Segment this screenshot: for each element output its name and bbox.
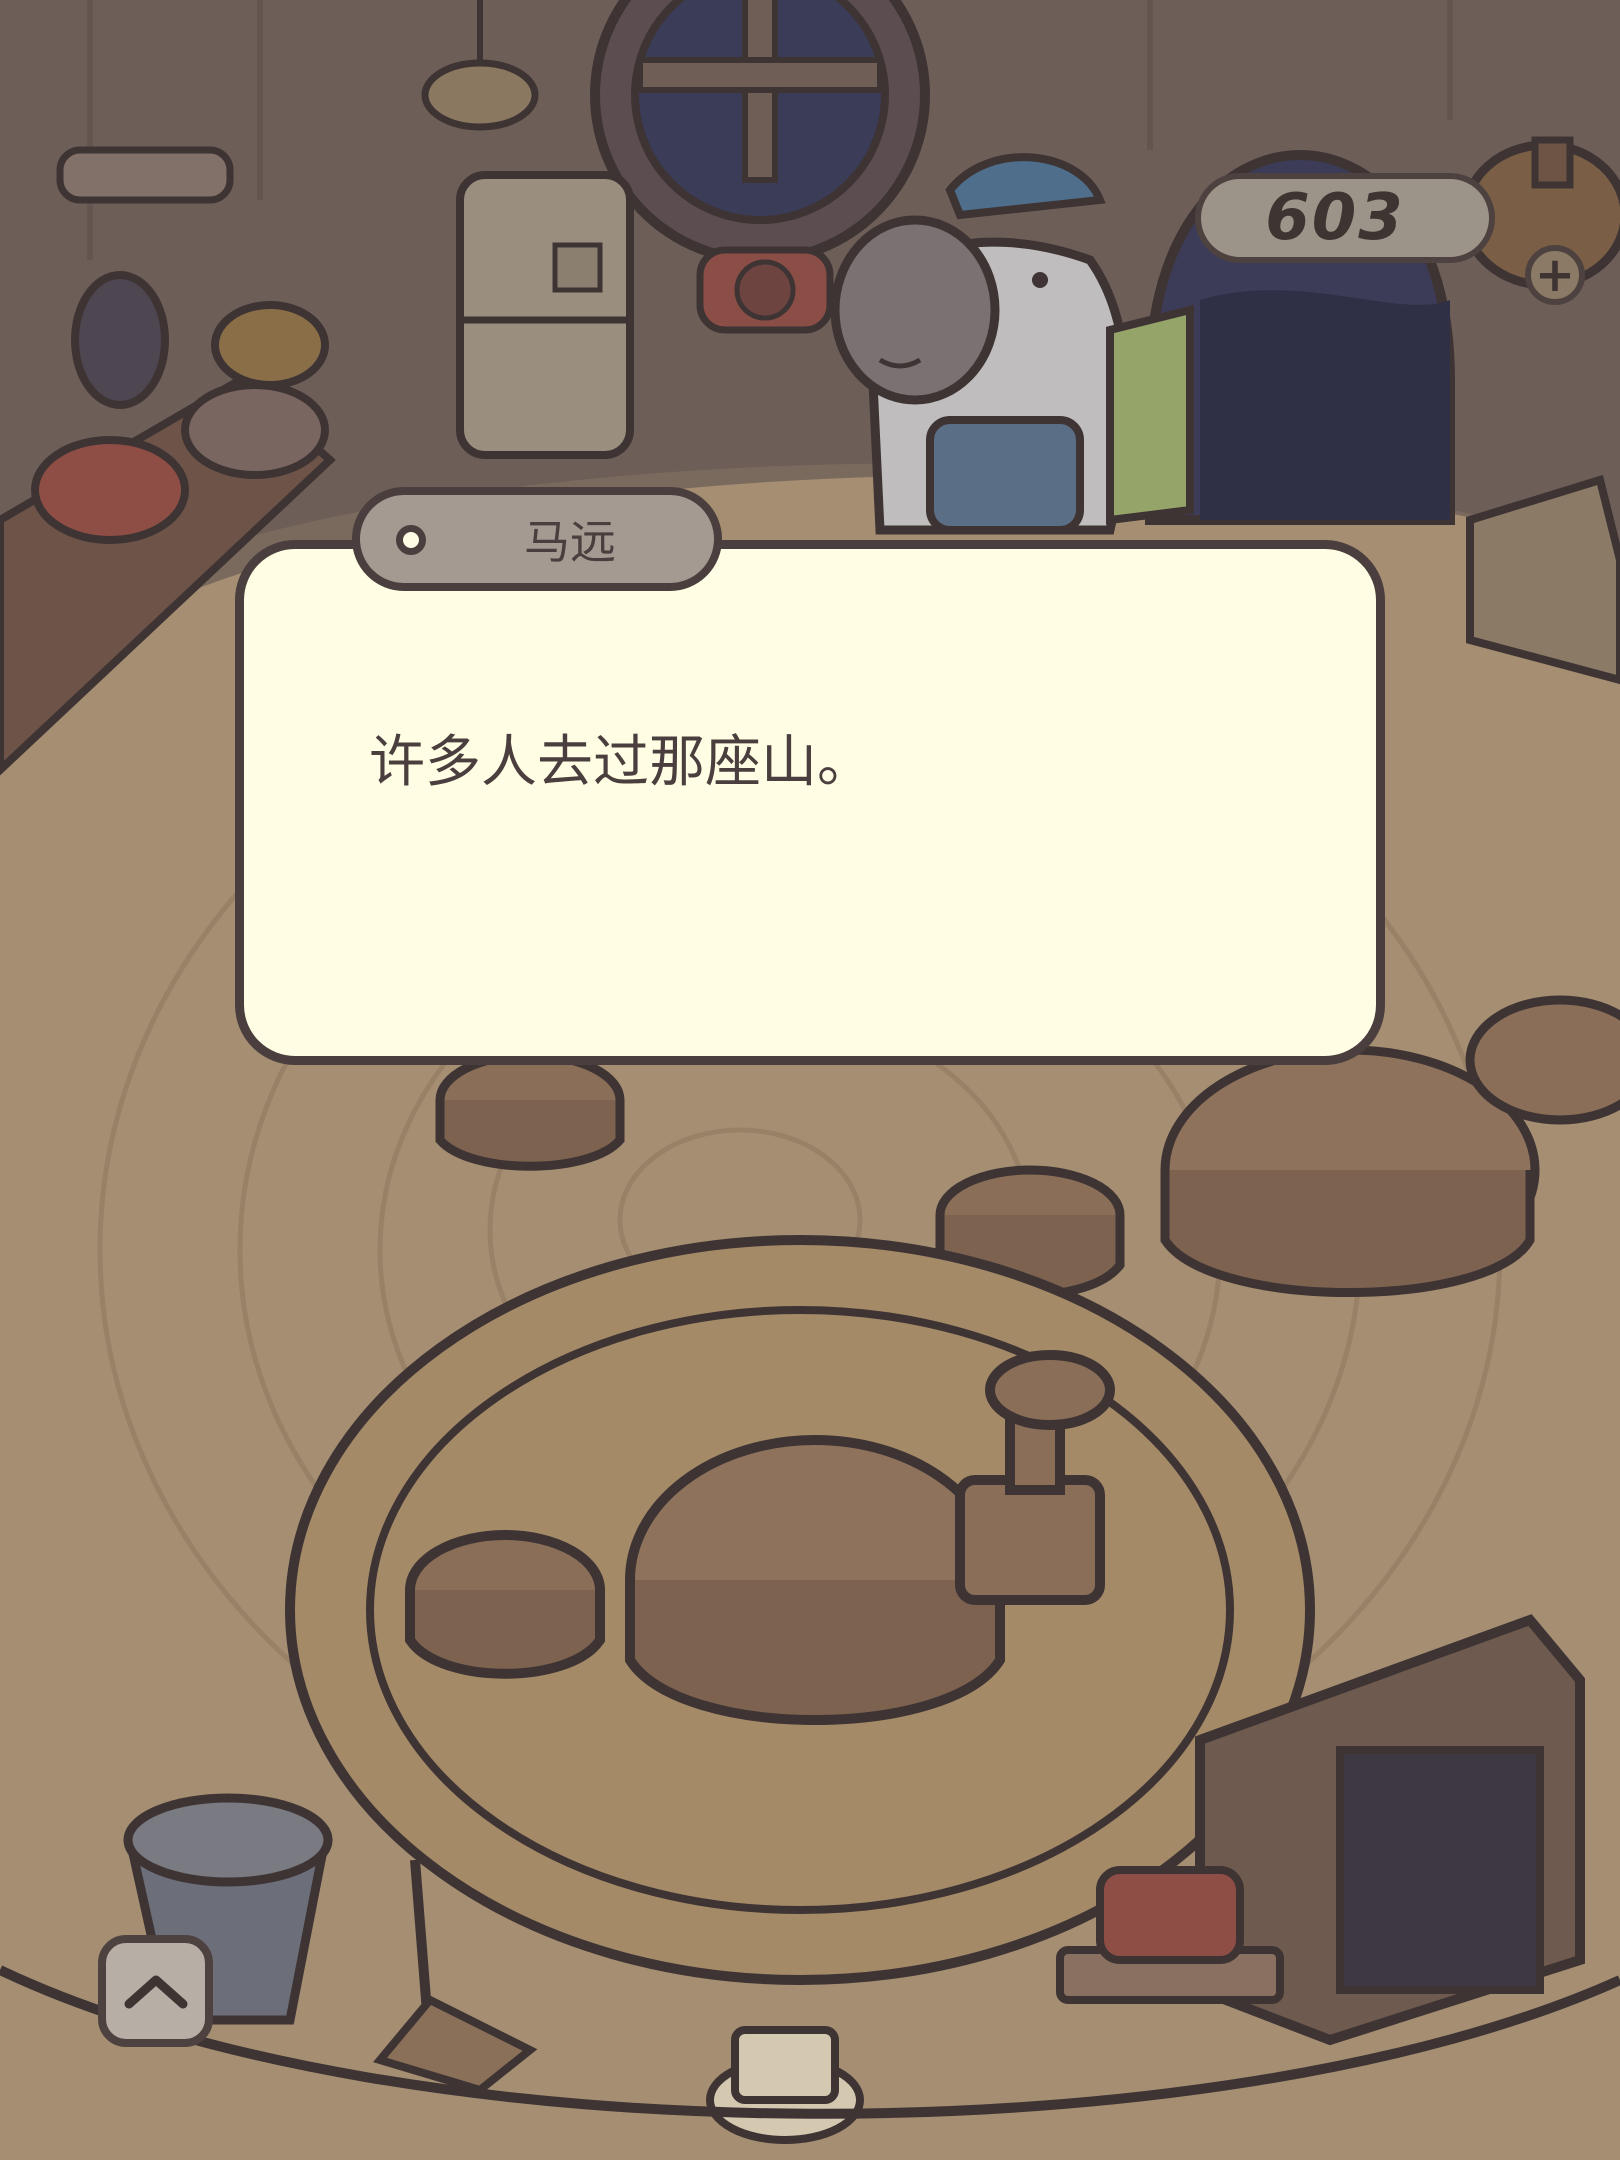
- chevron-up-icon: [124, 1975, 187, 2009]
- game-room-scene: [0, 0, 1620, 2160]
- speaker-nametag: 马远: [352, 487, 722, 591]
- add-currency-button[interactable]: +: [1525, 245, 1585, 305]
- speaker-name: 马远: [524, 515, 616, 569]
- plus-icon: +: [1534, 247, 1576, 303]
- dialog-text: 许多人去过那座山。: [369, 730, 873, 795]
- dialog-box[interactable]: 许多人去过那座山。: [235, 540, 1385, 1065]
- currency-counter: 603: [1195, 165, 1515, 270]
- expand-menu-button[interactable]: [98, 1935, 213, 2047]
- currency-value: 603: [1265, 181, 1405, 255]
- dot-icon: [396, 525, 426, 555]
